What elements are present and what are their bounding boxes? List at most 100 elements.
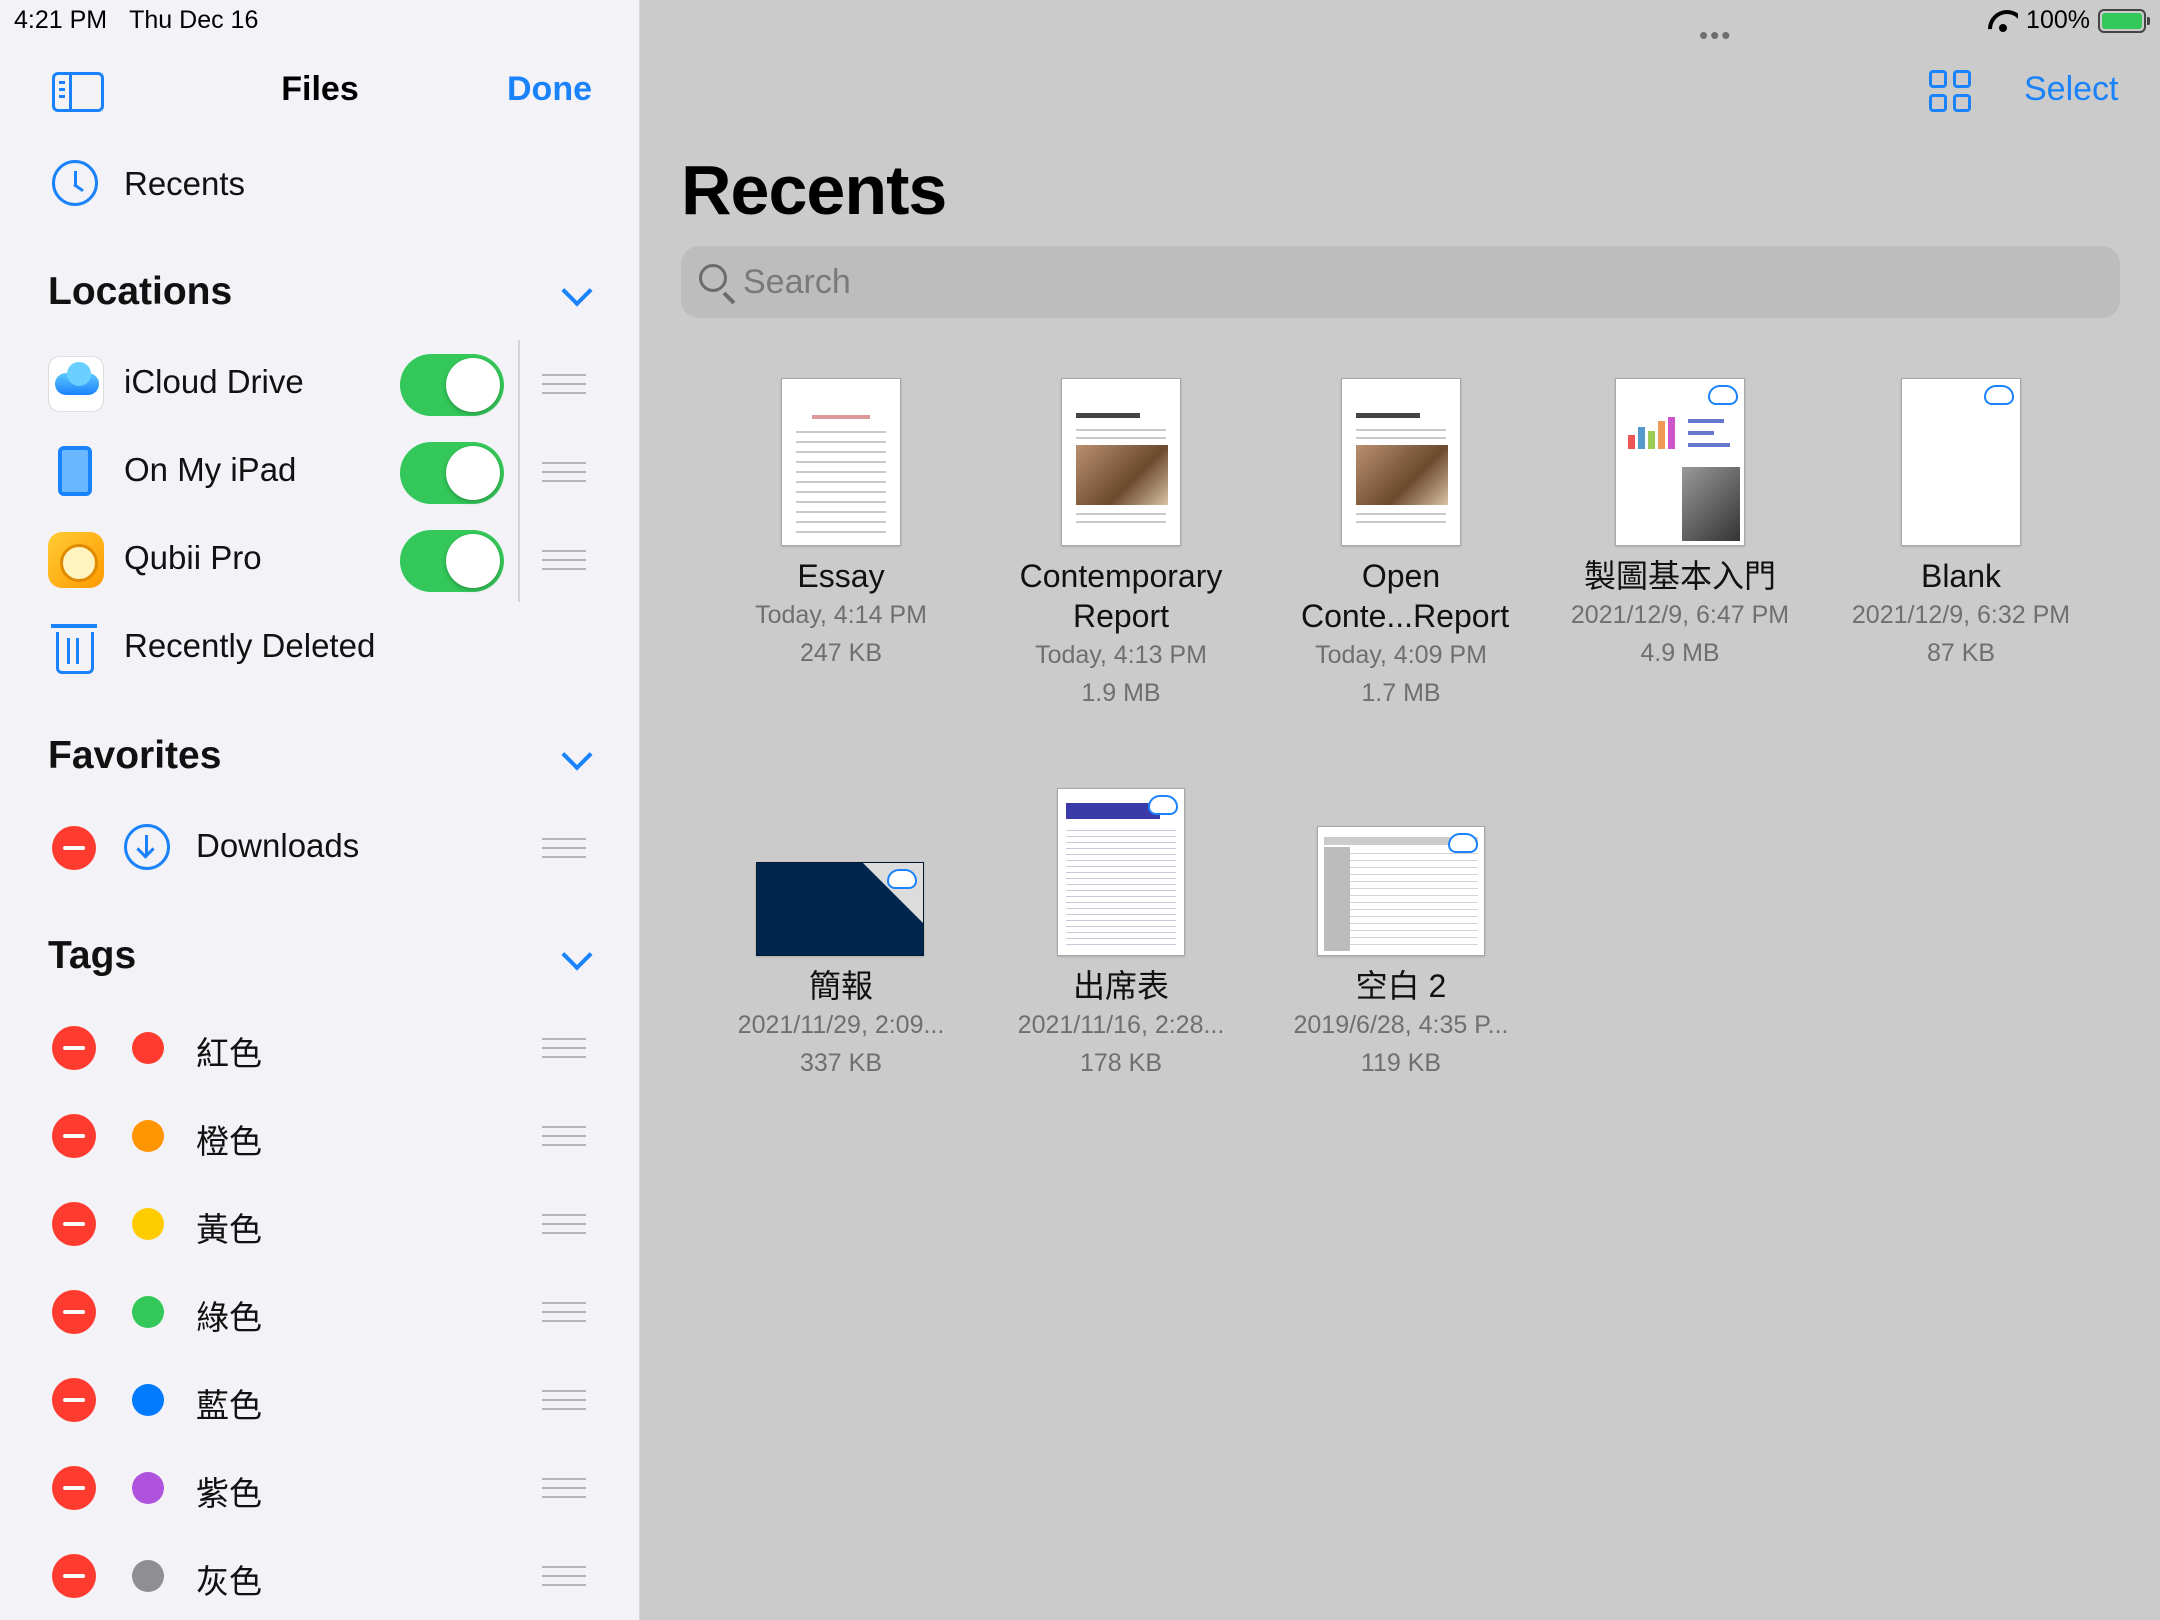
file-thumbnail-drawing-intro[interactable] — [1615, 378, 1745, 546]
remove-icon[interactable] — [52, 1554, 96, 1598]
file-size: 337 KB — [799, 1049, 882, 1077]
tag-item[interactable]: 紅色 — [0, 1012, 640, 1082]
remove-icon[interactable] — [52, 1290, 96, 1334]
remove-icon[interactable] — [52, 1026, 96, 1070]
file-size: 1.9 MB — [1081, 679, 1161, 707]
cloud-download-icon — [1984, 385, 2014, 405]
reorder-handle-icon[interactable] — [542, 550, 586, 570]
ipad-icon — [58, 446, 92, 496]
tag-item[interactable]: 黃色 — [0, 1188, 640, 1258]
search-icon — [699, 264, 727, 292]
done-button[interactable]: Done — [507, 70, 592, 109]
file-thumbnail-open-contemporary-report[interactable] — [1341, 378, 1461, 546]
main-content: ••• 100% Select Recents Search Essay Tod… — [641, 0, 2160, 1620]
locations-header[interactable]: Locations — [48, 270, 232, 314]
reorder-handle-icon[interactable] — [542, 1126, 586, 1146]
file-item[interactable]: Blank 2021/12/9, 6:32 PM 87 KB — [1831, 556, 2091, 672]
status-clock: 4:21 PM — [14, 6, 108, 34]
file-date: 2021/11/29, 2:09... — [737, 1011, 945, 1039]
file-date: 2021/11/16, 2:28... — [1017, 1011, 1225, 1039]
cloud-download-icon — [1148, 795, 1178, 815]
on-my-ipad-toggle[interactable] — [400, 442, 504, 504]
tags-header[interactable]: Tags — [48, 934, 136, 978]
tag-color-dot — [132, 1296, 164, 1328]
favorite-downloads[interactable]: Downloads — [0, 812, 640, 882]
location-label: Recently Deleted — [124, 627, 376, 664]
file-size: 4.9 MB — [1640, 639, 1720, 667]
reorder-handle-icon[interactable] — [542, 1390, 586, 1410]
reorder-handle-icon[interactable] — [542, 1302, 586, 1322]
tag-label: 綠色 — [196, 1299, 262, 1336]
file-thumbnail-attendance[interactable] — [1057, 788, 1185, 956]
file-item[interactable]: 出席表 2021/11/16, 2:28... 178 KB — [991, 966, 1251, 1082]
reorder-handle-icon[interactable] — [542, 1566, 586, 1586]
remove-icon[interactable] — [52, 1378, 96, 1422]
tag-label: 藍色 — [196, 1387, 262, 1424]
chevron-down-icon[interactable] — [561, 739, 593, 771]
file-thumbnail-blank[interactable] — [1901, 378, 2021, 546]
remove-icon[interactable] — [52, 1466, 96, 1510]
file-name: Essay — [797, 558, 885, 594]
reorder-handle-icon[interactable] — [542, 1214, 586, 1234]
cloud-download-icon — [1708, 385, 1738, 405]
file-item[interactable]: Open Conte...Report Today, 4:09 PM 1.7 M… — [1271, 556, 1531, 712]
reorder-handle-icon[interactable] — [542, 1038, 586, 1058]
file-date: Today, 4:09 PM — [1315, 641, 1487, 669]
remove-icon[interactable] — [52, 1202, 96, 1246]
file-date: 2021/12/9, 6:32 PM — [1851, 601, 2071, 629]
qubii-pro-toggle[interactable] — [400, 530, 504, 592]
location-recently-deleted[interactable]: Recently Deleted — [0, 612, 640, 682]
file-item[interactable]: Essay Today, 4:14 PM 247 KB — [711, 556, 971, 672]
favorites-header[interactable]: Favorites — [48, 734, 221, 778]
file-item[interactable]: 製圖基本入門 2021/12/9, 6:47 PM 4.9 MB — [1550, 556, 1810, 672]
chevron-down-icon[interactable] — [561, 939, 593, 971]
file-thumbnail-contemporary-report[interactable] — [1061, 378, 1181, 546]
location-on-my-ipad[interactable]: On My iPad — [0, 436, 640, 506]
file-size: 119 KB — [1360, 1049, 1442, 1077]
reorder-handle-icon[interactable] — [542, 462, 586, 482]
tag-item[interactable]: 紫色 — [0, 1452, 640, 1522]
tag-color-dot — [132, 1472, 164, 1504]
location-label: Qubii Pro — [124, 539, 262, 576]
file-size: 87 KB — [1926, 639, 1996, 667]
file-thumbnail-essay[interactable] — [781, 378, 901, 546]
file-item[interactable]: 空白 2 2019/6/28, 4:35 P... 119 KB — [1271, 966, 1531, 1082]
tag-item[interactable]: 灰色 — [0, 1540, 640, 1610]
tag-item[interactable]: 橙色 — [0, 1100, 640, 1170]
reorder-handle-icon[interactable] — [542, 838, 586, 858]
location-icloud-drive[interactable]: iCloud Drive — [0, 348, 640, 418]
grid-view-icon[interactable] — [1929, 70, 1973, 114]
file-name: Contemporary Report — [1019, 558, 1223, 634]
file-item[interactable]: Contemporary Report Today, 4:13 PM 1.9 M… — [991, 556, 1251, 712]
select-button[interactable]: Select — [2024, 70, 2119, 109]
status-time: 4:21 PM Thu Dec 16 — [14, 6, 280, 35]
tag-item[interactable]: 綠色 — [0, 1276, 640, 1346]
reorder-handle-icon[interactable] — [542, 1478, 586, 1498]
remove-icon[interactable] — [52, 1114, 96, 1158]
icloud-drive-toggle[interactable] — [400, 354, 504, 416]
tag-item[interactable]: 藍色 — [0, 1364, 640, 1434]
search-bar[interactable] — [681, 246, 2120, 318]
clock-icon — [52, 160, 98, 206]
file-name: 簡報 — [808, 968, 873, 1004]
sidebar: 4:21 PM Thu Dec 16 Files Done Recents Loc… — [0, 0, 640, 1620]
search-input[interactable] — [743, 260, 2043, 304]
reorder-handle-icon[interactable] — [542, 374, 586, 394]
sidebar-nav-bar: Files Done — [0, 60, 640, 120]
cloud-download-icon — [1448, 833, 1478, 853]
remove-icon[interactable] — [52, 826, 96, 870]
chevron-down-icon[interactable] — [561, 275, 593, 307]
file-date: 2021/12/9, 6:47 PM — [1570, 601, 1790, 629]
tag-color-dot — [132, 1208, 164, 1240]
multitasking-dots[interactable]: ••• — [1699, 20, 1732, 51]
file-thumbnail-blank-2[interactable] — [1317, 826, 1485, 956]
file-item[interactable]: 簡報 2021/11/29, 2:09... 337 KB — [711, 966, 971, 1082]
location-qubii-pro[interactable]: Qubii Pro — [0, 524, 640, 594]
location-label: iCloud Drive — [124, 363, 304, 400]
icloud-icon — [48, 356, 104, 412]
qubii-icon — [48, 532, 104, 588]
sidebar-item-recents[interactable]: Recents — [0, 150, 640, 220]
download-icon — [124, 824, 170, 870]
file-thumbnail-presentation[interactable] — [756, 862, 924, 956]
file-name: Open Conte...Report — [1301, 558, 1510, 634]
